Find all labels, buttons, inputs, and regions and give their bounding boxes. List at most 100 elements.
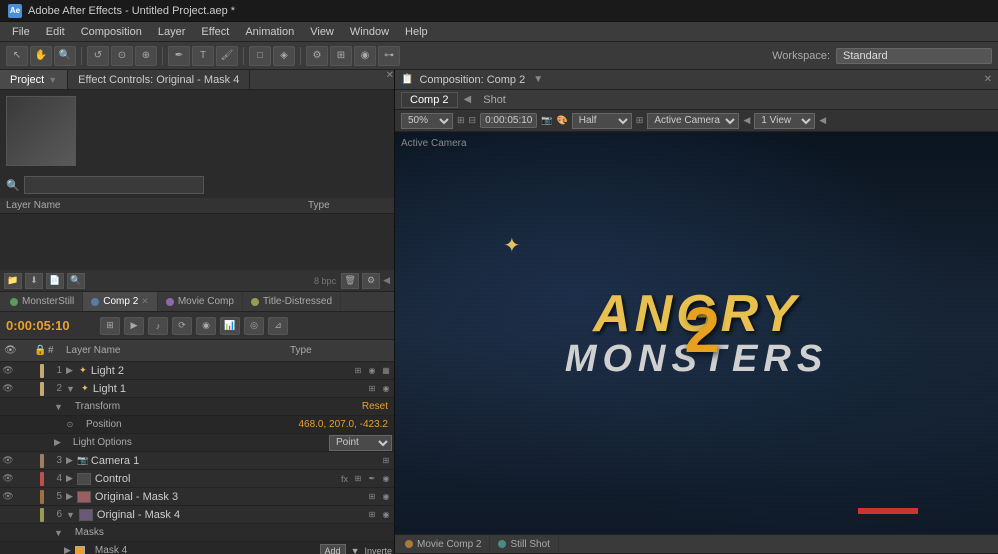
comp-tab-shot[interactable]: Shot <box>475 93 514 107</box>
tool-extra-2[interactable]: ⊞ <box>330 46 352 66</box>
sub-mask4-expand[interactable]: ▶ <box>64 545 71 554</box>
proj-arrow[interactable]: ◀ <box>383 275 390 286</box>
tool-shape[interactable]: □ <box>249 46 271 66</box>
proj-delete[interactable]: 🗑 <box>341 273 359 289</box>
layer-1-ctrl-2[interactable]: ◉ <box>366 365 378 377</box>
layer-1-name[interactable]: Light 2 <box>91 365 350 377</box>
mask4-add-btn[interactable]: Add <box>320 544 346 554</box>
light-options-dropdown[interactable]: Point Spot Ambient <box>329 435 392 451</box>
ctrl-3d[interactable]: ⊿ <box>268 317 288 335</box>
proj-new-folder[interactable]: 📁 <box>4 273 22 289</box>
layer-1-ctrl-1[interactable]: ⊞ <box>352 365 364 377</box>
layer-6-name[interactable]: Original - Mask 4 <box>97 509 364 521</box>
mask4-color-swatch[interactable] <box>75 546 85 554</box>
layer-3-name[interactable]: Camera 1 <box>91 455 378 467</box>
layer-3-visible[interactable]: 👁 <box>2 455 14 466</box>
menu-composition[interactable]: Composition <box>73 24 150 40</box>
proj-new-comp[interactable]: 📄 <box>46 273 64 289</box>
tab-effect-controls[interactable]: Effect Controls: Original - Mask 4 <box>68 70 250 89</box>
viewer-ctrl-6[interactable]: ◀ <box>743 115 750 126</box>
timeline-tab-comp2[interactable]: Comp 2 ✕ <box>83 292 158 311</box>
layer-2-visible[interactable]: 👁 <box>2 383 14 394</box>
timeline-tab-moviecomp[interactable]: Movie Comp <box>158 292 243 311</box>
layer-5-ctrl-1[interactable]: ⊞ <box>366 491 378 503</box>
layer-1-ctrl-3[interactable]: ▦ <box>380 365 392 377</box>
tool-pan[interactable]: ⊕ <box>135 46 157 66</box>
menu-help[interactable]: Help <box>397 24 436 40</box>
proj-find[interactable]: 🔍 <box>67 273 85 289</box>
tool-orbit[interactable]: ⊙ <box>111 46 133 66</box>
tab-close-comp2[interactable]: ✕ <box>141 296 149 307</box>
timecode-display[interactable]: 0:00:05:10 <box>6 318 96 333</box>
right-tab-moviecomp2[interactable]: Movie Comp 2 <box>397 535 490 553</box>
tool-extra-3[interactable]: ◉ <box>354 46 376 66</box>
tool-brush[interactable]: 🖌 <box>216 46 238 66</box>
sub-position-value[interactable]: 468.0, 207.0, -423.2 <box>298 419 388 430</box>
sub-light-expand[interactable]: ▶ <box>54 437 61 448</box>
layer-5-expand[interactable]: ▶ <box>66 491 73 502</box>
layer-1-visible[interactable]: 👁 <box>2 365 14 376</box>
menu-window[interactable]: Window <box>342 24 397 40</box>
quality-dropdown[interactable]: Half Full Quarter <box>572 113 632 129</box>
layer-5-name[interactable]: Original - Mask 3 <box>95 491 364 503</box>
tool-puppet[interactable]: ◈ <box>273 46 295 66</box>
comp-panel-close[interactable]: ✕ <box>984 74 992 85</box>
right-tab-stillshot[interactable]: Still Shot <box>490 535 558 553</box>
menu-file[interactable]: File <box>4 24 38 40</box>
ctrl-preview[interactable]: ▶ <box>124 317 144 335</box>
layer-4-expand[interactable]: ▶ <box>66 473 73 484</box>
tool-select[interactable]: ↖ <box>6 46 28 66</box>
left-panel-close[interactable]: ✕ <box>386 70 394 89</box>
tool-zoom[interactable]: 🔍 <box>54 46 76 66</box>
layer-2-ctrl-1[interactable]: ⊞ <box>366 383 378 395</box>
mask4-invert-label[interactable]: Inverte <box>364 546 392 554</box>
layer-6-ctrl-2[interactable]: ◉ <box>380 509 392 521</box>
layer-6-expand[interactable]: ▼ <box>66 510 75 520</box>
ctrl-mute[interactable]: ◉ <box>196 317 216 335</box>
proj-bpc[interactable]: 8 bpc <box>312 276 338 286</box>
layer-4-ctrl-3[interactable]: ◉ <box>380 473 392 485</box>
project-search-input[interactable] <box>24 176 204 194</box>
layer-4-ctrl-1[interactable]: ⊞ <box>352 473 364 485</box>
menu-animation[interactable]: Animation <box>237 24 302 40</box>
tool-text[interactable]: T <box>192 46 214 66</box>
layer-2-name[interactable]: Light 1 <box>93 383 364 395</box>
layer-4-fx[interactable]: fx <box>339 474 350 484</box>
layer-5-ctrl-2[interactable]: ◉ <box>380 491 392 503</box>
layer-1-expand[interactable]: ▶ <box>66 365 73 376</box>
layer-3-expand[interactable]: ▶ <box>66 455 73 466</box>
tab-project[interactable]: Project ▼ <box>0 70 68 89</box>
ctrl-graph[interactable]: 📊 <box>220 317 240 335</box>
layer-3-ctrl-1[interactable]: ⊞ <box>380 455 392 467</box>
timeline-tab-title-distressed[interactable]: Title-Distressed <box>243 292 341 311</box>
layer-4-ctrl-2[interactable]: ✒ <box>366 473 378 485</box>
layer-4-visible[interactable]: 👁 <box>2 473 14 484</box>
project-menu-icon[interactable]: ▼ <box>48 75 57 85</box>
viewer-ctrl-4[interactable]: 🎨 <box>557 115 568 126</box>
timecode-viewer[interactable]: 0:00:05:10 <box>480 113 537 128</box>
comp-tab-comp2[interactable]: Comp 2 <box>401 92 458 108</box>
ctrl-audio[interactable]: ♪ <box>148 317 168 335</box>
comp-panel-menu[interactable]: ▼ <box>533 74 543 85</box>
menu-layer[interactable]: Layer <box>150 24 194 40</box>
viewer-ctrl-7[interactable]: ◀ <box>819 115 826 126</box>
ctrl-loop[interactable]: ⟳ <box>172 317 192 335</box>
tool-rotate[interactable]: ↺ <box>87 46 109 66</box>
layer-4-name[interactable]: Control <box>95 473 337 485</box>
viewer-ctrl-1[interactable]: ⊞ <box>457 115 465 126</box>
sub-transform-expand[interactable]: ▼ <box>54 402 63 412</box>
menu-effect[interactable]: Effect <box>193 24 237 40</box>
tool-extra-1[interactable]: ⚙ <box>306 46 328 66</box>
sub-transform-reset[interactable]: Reset <box>362 401 388 412</box>
ctrl-render[interactable]: ⊞ <box>100 317 120 335</box>
timeline-tab-monsterstill[interactable]: MonsterStill <box>2 292 83 311</box>
tool-pen[interactable]: ✒ <box>168 46 190 66</box>
layer-5-visible[interactable]: 👁 <box>2 491 14 502</box>
workspace-input[interactable] <box>836 48 992 64</box>
tool-hand[interactable]: ✋ <box>30 46 52 66</box>
viewer-ctrl-2[interactable]: ⊟ <box>469 115 477 126</box>
sub-masks-expand[interactable]: ▼ <box>54 528 63 538</box>
viewer-ctrl-5[interactable]: ⊞ <box>636 115 644 126</box>
layer-2-expand[interactable]: ▼ <box>66 384 75 394</box>
viewer-ctrl-3[interactable]: 📷 <box>541 115 552 126</box>
